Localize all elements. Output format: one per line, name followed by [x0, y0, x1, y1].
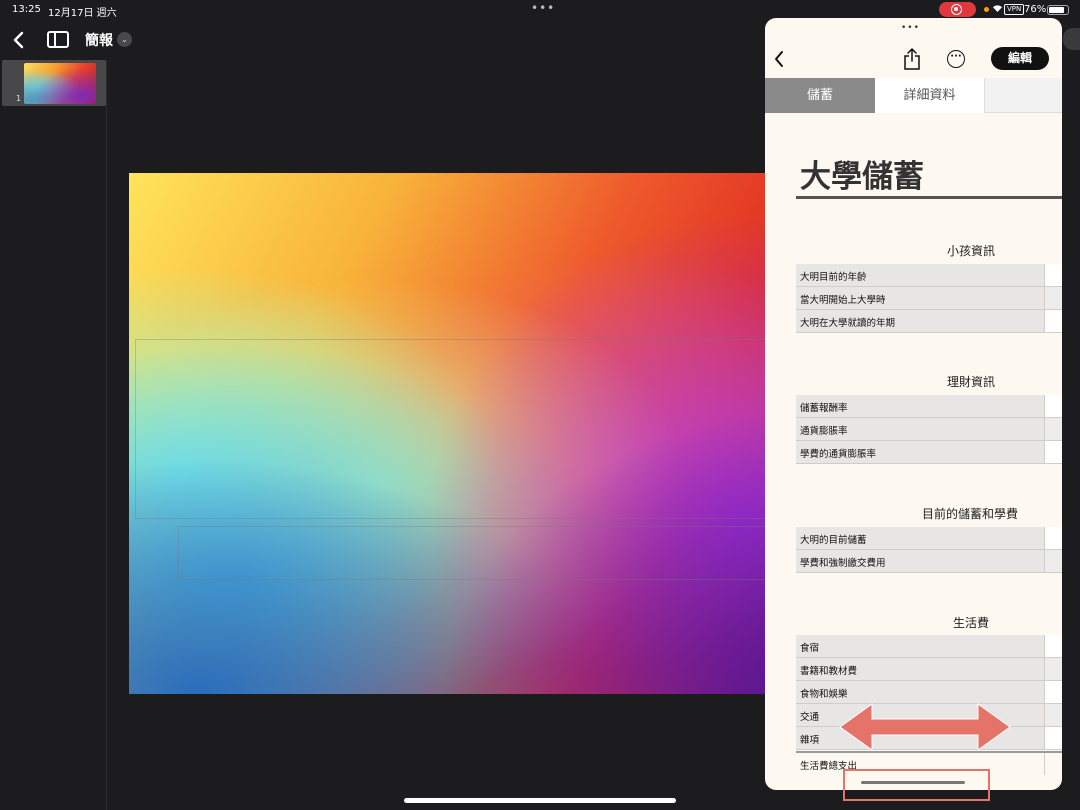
slide-navigator: 1 — [0, 60, 107, 810]
vpn-badge: VPN — [1004, 4, 1025, 15]
row-label: 食宿 — [800, 643, 820, 654]
chevron-left-icon — [13, 31, 24, 49]
current-slide[interactable] — [129, 173, 829, 694]
status-bar: 13:25 12月17日 週六 ••• VPN 76% — [0, 0, 1080, 20]
screen-recording-icon[interactable] — [939, 2, 976, 17]
section-title: 目前的儲蓄和學費 — [922, 507, 1019, 521]
row-label: 學費的通貨膨脹率 — [800, 449, 877, 460]
table-row[interactable]: 大明目前的年齡 — [796, 264, 1062, 287]
value-cell[interactable] — [1044, 727, 1062, 749]
value-cell[interactable] — [1044, 658, 1062, 680]
slide-thumbnail-image[interactable] — [24, 63, 96, 104]
value-cell[interactable] — [1044, 635, 1062, 657]
slide-number: 1 — [16, 94, 22, 103]
table-row[interactable]: 食宿 — [796, 635, 1062, 658]
table-row[interactable]: 學費的通貨膨脹率 — [796, 441, 1062, 464]
highlight-annotation-box — [843, 769, 990, 801]
value-cell[interactable] — [1044, 264, 1062, 286]
status-time: 13:25 — [12, 4, 41, 15]
table-row[interactable]: 大明的目前儲蓄 — [796, 527, 1062, 550]
title-placeholder[interactable] — [135, 339, 829, 519]
slide-over-window: ••• ··· 編輯 儲蓄 詳細資料 大學儲蓄 小孩資訊 大明目前的年齡 當大明… — [765, 18, 1062, 790]
wifi-icon — [992, 3, 1003, 16]
row-label: 通貨膨脹率 — [800, 426, 848, 437]
tab-savings[interactable]: 儲蓄 — [765, 78, 875, 113]
mic-indicator-icon — [984, 7, 989, 12]
share-button[interactable] — [903, 47, 923, 70]
back-button[interactable] — [8, 28, 28, 52]
row-label: 雜項 — [800, 735, 820, 746]
table-row[interactable]: 大明在大學就讀的年期 — [796, 310, 1062, 333]
table-row[interactable]: 書籍和教材費 — [796, 658, 1062, 681]
more-options-button[interactable]: ··· — [947, 50, 965, 68]
slide-over-grabber[interactable]: ••• — [901, 23, 920, 33]
section-title: 生活費 — [953, 616, 990, 630]
value-cell[interactable] — [1044, 310, 1062, 332]
sidebar-icon[interactable] — [47, 31, 69, 48]
section-title: 小孩資訊 — [947, 244, 996, 258]
row-label: 儲蓄報酬率 — [800, 403, 848, 414]
value-cell[interactable] — [1044, 441, 1062, 463]
edit-button[interactable]: 編輯 — [991, 47, 1049, 70]
value-cell[interactable] — [1044, 287, 1062, 309]
table-row[interactable]: 學費和強制繳交費用 — [796, 550, 1062, 573]
row-label: 交通 — [800, 712, 820, 723]
status-date: 12月17日 週六 — [48, 8, 117, 19]
home-indicator[interactable] — [404, 798, 676, 803]
row-label: 學費和強制繳交費用 — [800, 558, 886, 569]
row-label: 大明目前的年齡 — [800, 272, 867, 283]
share-icon — [904, 47, 920, 70]
table-row[interactable]: 食物和娛樂 — [796, 681, 1062, 704]
row-label: 大明的目前儲蓄 — [800, 535, 867, 546]
slide-thumbnail-selected[interactable]: 1 — [2, 60, 106, 106]
table-row[interactable]: 通貨膨脹率 — [796, 418, 1062, 441]
document-title[interactable]: 簡報 — [85, 30, 113, 50]
multitask-dots[interactable]: ••• — [531, 1, 555, 15]
title-divider — [796, 196, 1062, 199]
slide-over-edge-handle[interactable] — [1063, 28, 1080, 50]
value-cell[interactable] — [1044, 704, 1062, 726]
row-label: 書籍和教材費 — [800, 666, 858, 677]
sheet-tabs: 儲蓄 詳細資料 — [765, 78, 1062, 113]
value-cell[interactable] — [1044, 418, 1062, 440]
sheet-title: 大學儲蓄 — [800, 159, 924, 195]
value-cell[interactable] — [1044, 753, 1062, 775]
battery-icon — [1047, 5, 1069, 15]
chevron-left-icon — [775, 51, 783, 67]
value-cell[interactable] — [1044, 550, 1062, 572]
row-label: 當大明開始上大學時 — [800, 295, 886, 306]
value-cell[interactable] — [1044, 395, 1062, 417]
double-arrow-icon — [839, 703, 1011, 751]
subtitle-placeholder[interactable] — [178, 526, 829, 580]
value-cell[interactable] — [1044, 681, 1062, 703]
value-cell[interactable] — [1044, 527, 1062, 549]
row-label: 食物和娛樂 — [800, 689, 848, 700]
chevron-down-icon[interactable]: ⌄ — [117, 32, 132, 47]
battery-percent: 76% — [1024, 4, 1047, 15]
table-row[interactable]: 儲蓄報酬率 — [796, 395, 1062, 418]
table-row[interactable]: 當大明開始上大學時 — [796, 287, 1062, 310]
tab-details[interactable]: 詳細資料 — [875, 78, 985, 113]
slide-over-back-button[interactable] — [773, 50, 789, 70]
section-title: 理財資訊 — [947, 375, 996, 389]
row-label: 大明在大學就讀的年期 — [800, 318, 896, 329]
